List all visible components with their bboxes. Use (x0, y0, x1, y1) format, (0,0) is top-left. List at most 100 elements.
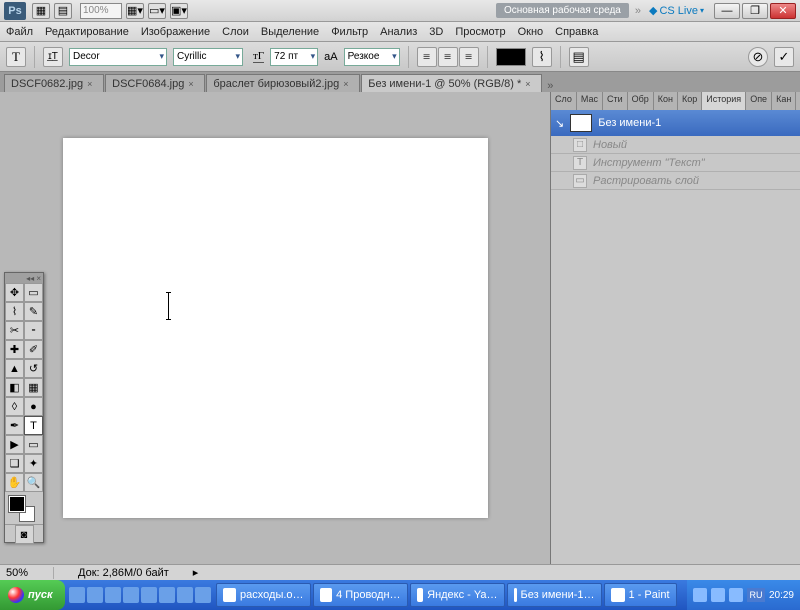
align-left-button[interactable]: ≡ (417, 47, 437, 67)
history-state[interactable]: ▭Растрировать слой (551, 172, 800, 190)
menu-view[interactable]: Просмотр (455, 26, 505, 38)
panel-tab[interactable]: Сти (603, 92, 628, 110)
panel-tab[interactable]: Кон (654, 92, 678, 110)
tool-preset-picker[interactable]: T (6, 47, 26, 67)
close-icon[interactable]: × (343, 79, 353, 89)
font-size-dropdown[interactable]: 72 пт (270, 48, 318, 66)
crop-tool[interactable]: ✂ (5, 321, 24, 340)
panel-tab[interactable]: Кор (678, 92, 702, 110)
menu-help[interactable]: Справка (555, 26, 598, 38)
path-select-tool[interactable]: ▶ (5, 435, 24, 454)
type-tool[interactable]: T (24, 416, 43, 435)
quick-launch-icon[interactable] (177, 587, 193, 603)
eraser-tool[interactable]: ◧ (5, 378, 24, 397)
view-extras-icon[interactable]: ▦▾ (126, 3, 144, 19)
stamp-tool[interactable]: ▲ (5, 359, 24, 378)
pen-tool[interactable]: ✒ (5, 416, 24, 435)
panel-tab-history[interactable]: История (702, 92, 746, 110)
status-doc-info[interactable]: Док: 2,86M/0 байт (78, 567, 169, 579)
quick-launch-icon[interactable] (195, 587, 211, 603)
menu-select[interactable]: Выделение (261, 26, 319, 38)
align-center-button[interactable]: ≡ (438, 47, 458, 67)
close-icon[interactable]: × (525, 79, 535, 89)
arrange-icon[interactable]: ▭▾ (148, 3, 166, 19)
quick-mask-toggle[interactable]: ◙ (15, 525, 34, 544)
dodge-tool[interactable]: ● (24, 397, 43, 416)
start-button[interactable]: пуск (0, 580, 65, 610)
close-button[interactable]: ✕ (770, 3, 796, 19)
history-brush-tool[interactable]: ↺ (24, 359, 43, 378)
text-color-swatch[interactable] (496, 48, 526, 66)
3d-tool[interactable]: ❑ (5, 454, 24, 473)
taskbar-item[interactable]: расходы.о… (216, 583, 311, 607)
panel-tab[interactable]: Кан (772, 92, 796, 110)
character-panel-toggle[interactable]: ▤ (569, 47, 589, 67)
quick-launch-icon[interactable] (123, 587, 139, 603)
taskbar-item[interactable]: 4 Проводн… (313, 583, 408, 607)
antialias-dropdown[interactable]: Резкое (344, 48, 400, 66)
quick-launch-icon[interactable] (105, 587, 121, 603)
panel-tab[interactable]: Сло (551, 92, 577, 110)
move-tool[interactable]: ✥ (5, 283, 24, 302)
minibridge-icon[interactable]: ▤ (54, 3, 72, 19)
menu-window[interactable]: Окно (518, 26, 544, 38)
quick-launch-icon[interactable] (69, 587, 85, 603)
taskbar-item[interactable]: Яндекс - Ya… (410, 583, 505, 607)
shape-tool[interactable]: ▭ (24, 435, 43, 454)
menu-layer[interactable]: Слои (222, 26, 249, 38)
quick-launch-icon[interactable] (159, 587, 175, 603)
workspace-switcher[interactable]: Основная рабочая среда (496, 3, 629, 18)
marquee-tool[interactable]: ▭ (24, 283, 43, 302)
panel-tab[interactable]: Опе (746, 92, 772, 110)
3d-camera-tool[interactable]: ✦ (24, 454, 43, 473)
panel-tab[interactable]: Обр (628, 92, 654, 110)
menu-file[interactable]: Файл (6, 26, 33, 38)
lasso-tool[interactable]: ⌇ (5, 302, 24, 321)
status-arrow-icon[interactable]: ▸ (193, 566, 199, 579)
document-tab-active[interactable]: Без имени-1 @ 50% (RGB/8) *× (361, 74, 542, 92)
canvas[interactable] (63, 138, 488, 518)
hand-tool[interactable]: ✋ (5, 473, 24, 492)
palette-grip[interactable]: ◂◂ × (5, 273, 43, 283)
menu-analysis[interactable]: Анализ (380, 26, 417, 38)
menu-filter[interactable]: Фильтр (331, 26, 368, 38)
align-right-button[interactable]: ≡ (459, 47, 479, 67)
close-icon[interactable]: × (188, 79, 198, 89)
maximize-button[interactable]: ❐ (742, 3, 768, 19)
eyedropper-tool[interactable]: ⁃ (24, 321, 43, 340)
history-snapshot[interactable]: ↘ Без имени-1 (551, 110, 800, 136)
document-tab[interactable]: браслет бирюзовый2.jpg× (206, 74, 360, 92)
quick-launch-icon[interactable] (141, 587, 157, 603)
close-icon[interactable]: × (87, 79, 97, 89)
healing-tool[interactable]: ✚ (5, 340, 24, 359)
taskbar-item[interactable]: 1 - Paint (604, 583, 677, 607)
document-tab[interactable]: DSCF0682.jpg× (4, 74, 104, 92)
orientation-toggle[interactable]: ɪ̲T̲ (43, 47, 63, 67)
font-style-dropdown[interactable]: Cyrillic (173, 48, 243, 66)
tab-overflow-icon[interactable]: » (543, 80, 557, 92)
cslive-button[interactable]: ◆CS Live▾ (649, 4, 704, 17)
clock[interactable]: 20:29 (769, 590, 794, 601)
minimize-button[interactable]: — (714, 3, 740, 19)
zoom-tool[interactable]: 🔍 (24, 473, 43, 492)
gradient-tool[interactable]: ▦ (24, 378, 43, 397)
menu-image[interactable]: Изображение (141, 26, 210, 38)
history-state[interactable]: □Новый (551, 136, 800, 154)
bridge-icon[interactable]: ▦ (32, 3, 50, 19)
quick-launch-icon[interactable] (87, 587, 103, 603)
panel-tab[interactable]: Цвет (796, 92, 800, 110)
commit-edits-button[interactable]: ✓ (774, 47, 794, 67)
cancel-edits-button[interactable]: ⊘ (748, 47, 768, 67)
chevron-right-icon[interactable]: » (635, 5, 641, 17)
zoom-field[interactable]: 100% (80, 3, 122, 19)
brush-tool[interactable]: ✐ (24, 340, 43, 359)
screen-mode-icon[interactable]: ▣▾ (170, 3, 188, 19)
blur-tool[interactable]: ◊ (5, 397, 24, 416)
history-state[interactable]: TИнструмент "Текст" (551, 154, 800, 172)
warp-text-button[interactable]: ⌇ (532, 47, 552, 67)
color-swatches[interactable] (5, 492, 43, 524)
menu-edit[interactable]: Редактирование (45, 26, 129, 38)
status-zoom[interactable]: 50% (6, 567, 54, 579)
canvas-area[interactable]: ◂◂ × ✥ ▭ ⌇ ✎ ✂ ⁃ ✚ ✐ ▲ ↺ ◧ ▦ ◊ ● ✒ T ▶ ▭ (0, 92, 550, 564)
taskbar-item[interactable]: Без имени-1… (507, 583, 602, 607)
